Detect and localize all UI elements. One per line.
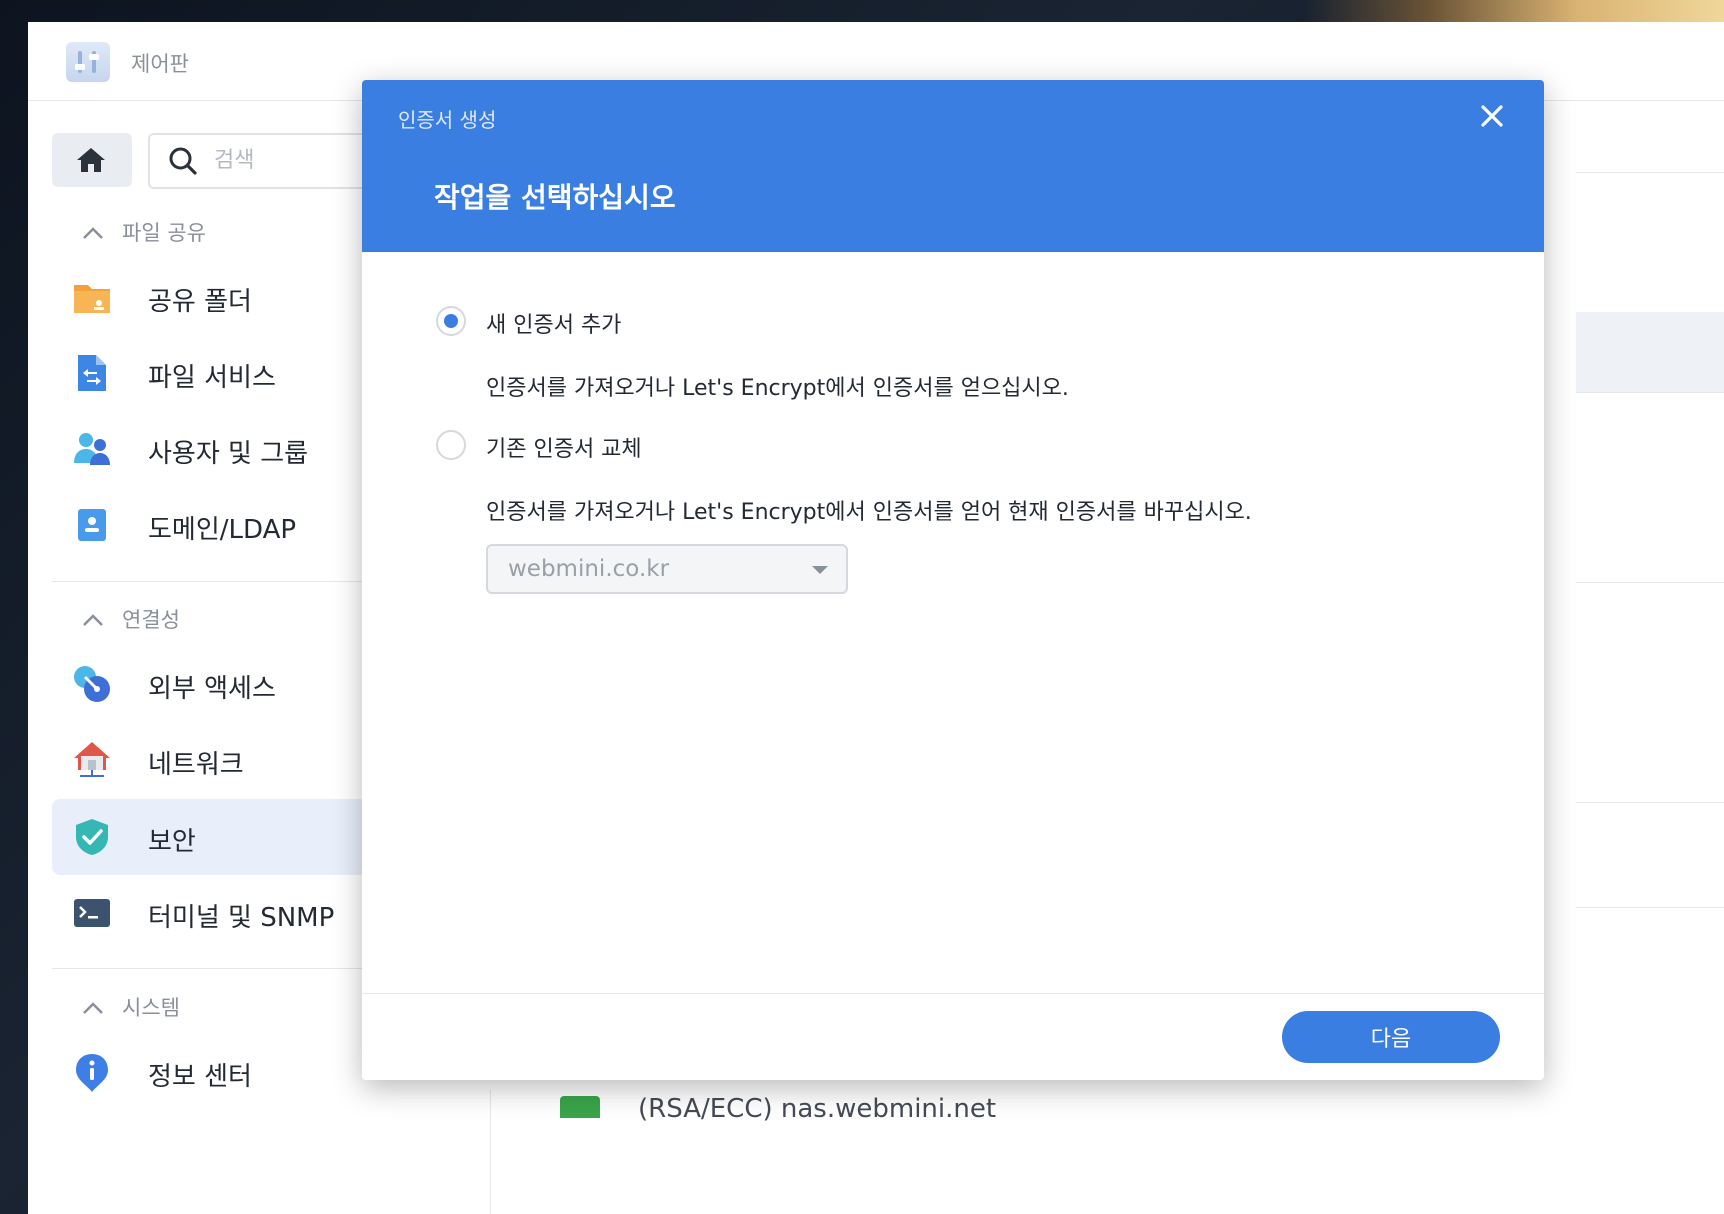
sidebar-item-network[interactable]: 네트워크 [52, 722, 412, 798]
info-icon [76, 1054, 108, 1092]
create-certificate-dialog: 인증서 생성 작업을 선택하십시오 새 인증서 추가 인증서를 가져오거나 Le… [362, 80, 1544, 1080]
dialog-header: 인증서 생성 작업을 선택하십시오 [362, 80, 1544, 252]
search-icon [169, 147, 197, 175]
chevron-up-icon [80, 221, 106, 245]
chevron-down-icon [812, 566, 828, 574]
sidebar-item-label: 외부 액세스 [148, 674, 276, 704]
sidebar-item-label: 사용자 및 그룹 [148, 439, 309, 469]
sidebar-item-label: 도메인/LDAP [148, 515, 297, 545]
sidebar-item-security[interactable]: 보안 [52, 799, 412, 875]
background-certificate-text: (RSA/ECC) nas.webmini.net [638, 1094, 997, 1124]
option-description: 인증서를 가져오거나 Let's Encrypt에서 인증서를 얻어 현재 인증… [486, 500, 1252, 525]
window-title: 제어판 [131, 52, 189, 76]
sidebar-item-label: 정보 센터 [148, 1062, 252, 1092]
sidebar-item-label: 보안 [148, 827, 196, 857]
sidebar-item-label: 파일 서비스 [148, 363, 276, 393]
close-button[interactable] [1478, 102, 1506, 130]
sidebar-item-external-access[interactable]: 외부 액세스 [52, 646, 412, 722]
users-icon [74, 433, 110, 465]
radio-replace-existing-certificate[interactable] [436, 430, 466, 460]
file-services-icon [78, 355, 106, 391]
close-icon [1481, 105, 1503, 127]
domain-icon [78, 509, 106, 541]
terminal-icon [74, 899, 110, 927]
external-access-icon [74, 666, 110, 702]
sidebar-item-terminal-snmp[interactable]: 터미널 및 SNMP [52, 875, 412, 951]
home-icon [77, 148, 105, 172]
option-label: 새 인증서 추가 [486, 313, 622, 338]
sidebar-item-label: 네트워크 [148, 750, 244, 780]
dialog-heading: 작업을 선택하십시오 [434, 181, 676, 214]
option-label: 기존 인증서 교체 [486, 437, 642, 462]
certificate-select[interactable]: webmini.co.kr [486, 544, 848, 594]
sidebar-item-label: 터미널 및 SNMP [148, 903, 335, 933]
chevron-up-icon [80, 608, 106, 632]
section-header-connectivity[interactable]: 연결성 [80, 604, 180, 634]
chevron-up-icon [80, 996, 106, 1020]
next-button[interactable]: 다음 [1282, 1011, 1500, 1063]
control-panel-app-icon [66, 42, 110, 82]
sidebar-item-label: 공유 폴더 [148, 287, 252, 317]
sidebar: 파일 공유 공유 폴더 파일 서비스 [28, 101, 432, 1214]
sidebar-item-shared-folder[interactable]: 공유 폴더 [52, 259, 412, 335]
shared-folder-icon [74, 285, 110, 313]
radio-add-new-certificate[interactable] [436, 306, 466, 336]
dialog-title: 인증서 생성 [398, 108, 497, 132]
certificate-select-value: webmini.co.kr [508, 556, 670, 582]
desktop-wallpaper [1304, 0, 1724, 24]
certificate-icon [560, 1096, 600, 1118]
sidebar-item-file-services[interactable]: 파일 서비스 [52, 335, 412, 411]
sidebar-item-users-groups[interactable]: 사용자 및 그룹 [52, 411, 412, 487]
section-header-file-sharing[interactable]: 파일 공유 [80, 217, 206, 247]
option-description: 인증서를 가져오거나 Let's Encrypt에서 인증서를 얻으십시오. [486, 376, 1069, 401]
home-button[interactable] [52, 133, 132, 187]
network-icon [74, 742, 110, 777]
shield-icon [76, 819, 108, 855]
sidebar-item-info-center[interactable]: 정보 센터 [52, 1034, 412, 1110]
sidebar-item-domain-ldap[interactable]: 도메인/LDAP [52, 487, 412, 563]
section-header-system[interactable]: 시스템 [80, 992, 180, 1022]
